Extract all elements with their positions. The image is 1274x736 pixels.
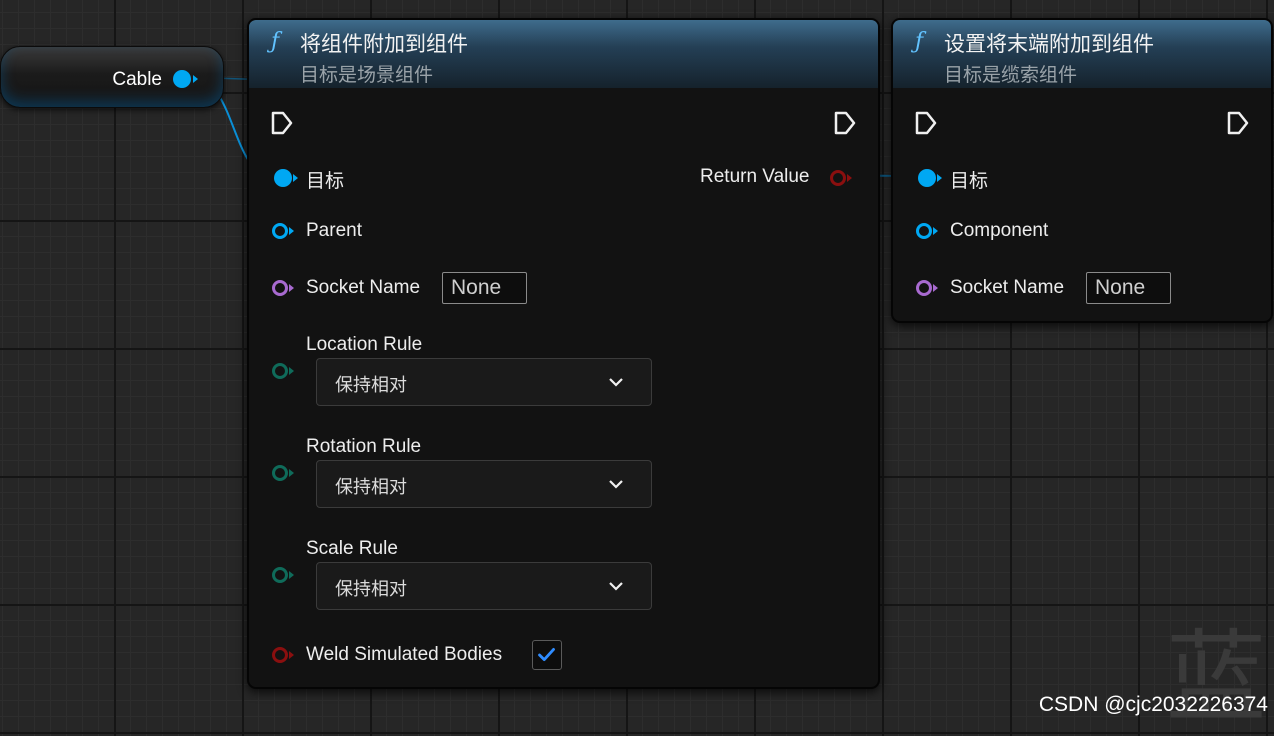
cable-variable-node[interactable]: Cable (0, 46, 224, 108)
set-attach-end-node[interactable]: ƒ 设置将末端附加到组件 目标是缆索组件 目标 Component Socket… (891, 18, 1273, 323)
checkmark-icon (538, 648, 555, 662)
return-value-pin-arrow (847, 174, 852, 182)
socket-name-pin[interactable] (916, 280, 932, 296)
scale-rule-dropdown[interactable]: 保持相对 (316, 562, 652, 610)
location-rule-pin-arrow (289, 367, 294, 375)
rotation-rule-pin[interactable] (272, 465, 288, 481)
location-rule-value: 保持相对 (335, 375, 407, 395)
rotation-rule-value: 保持相对 (335, 477, 407, 497)
weld-pin[interactable] (272, 647, 288, 663)
set-end-node-header[interactable]: ƒ 设置将末端附加到组件 目标是缆索组件 (893, 20, 1271, 88)
component-label: Component (950, 220, 1049, 241)
location-rule-pin[interactable] (272, 363, 288, 379)
set-end-node-subtitle: 目标是缆索组件 (944, 65, 1078, 86)
parent-pin-arrow (289, 227, 294, 235)
cable-variable-label: Cable (112, 69, 162, 90)
weld-pin-arrow (289, 651, 294, 659)
parent-label: Parent (306, 220, 362, 241)
socket-name-label: Socket Name (306, 277, 421, 298)
rotation-rule-label: Rotation Rule (306, 436, 422, 457)
attach-node-title: 将组件附加到组件 (300, 33, 468, 56)
component-pin-arrow (933, 227, 938, 235)
location-rule-dropdown[interactable]: 保持相对 (316, 358, 652, 406)
target-pin-arrow (293, 174, 298, 182)
chevron-down-icon (609, 378, 623, 387)
socket-name-pin[interactable] (272, 280, 288, 296)
attach-component-node[interactable]: ƒ 将组件附加到组件 目标是场景组件 目标 Return Value Paren… (247, 18, 880, 689)
cable-output-pin-arrow (193, 75, 198, 83)
chevron-down-icon (609, 480, 623, 489)
target-pin[interactable] (274, 169, 292, 187)
attach-node-subtitle: 目标是场景组件 (300, 65, 434, 86)
attach-node-header[interactable]: ƒ 将组件附加到组件 目标是场景组件 (249, 20, 878, 88)
target-pin-arrow (937, 174, 942, 182)
set-end-node-title: 设置将末端附加到组件 (944, 33, 1154, 56)
target-pin[interactable] (918, 169, 936, 187)
weld-checkbox[interactable] (532, 640, 562, 670)
socket-name-input[interactable]: None (442, 272, 527, 304)
exec-in-icon[interactable] (271, 111, 293, 135)
exec-out-icon[interactable] (1227, 111, 1249, 135)
chevron-down-icon (609, 582, 623, 591)
target-label: 目标 (950, 171, 989, 192)
location-rule-label: Location Rule (306, 334, 423, 355)
scale-rule-pin[interactable] (272, 567, 288, 583)
weld-label: Weld Simulated Bodies (306, 644, 503, 665)
socket-name-pin-arrow (289, 284, 294, 292)
function-icon: ƒ (915, 29, 924, 54)
return-value-pin[interactable] (830, 170, 846, 186)
target-label: 目标 (306, 171, 345, 192)
socket-name-pin-arrow (933, 284, 938, 292)
function-icon: ƒ (271, 29, 280, 54)
parent-pin[interactable] (272, 223, 288, 239)
return-value-label: Return Value (700, 166, 810, 187)
exec-in-icon[interactable] (915, 111, 937, 135)
component-pin[interactable] (916, 223, 932, 239)
rotation-rule-dropdown[interactable]: 保持相对 (316, 460, 652, 508)
scale-rule-pin-arrow (289, 571, 294, 579)
rotation-rule-pin-arrow (289, 469, 294, 477)
watermark: CSDN @cjc2032226374 (1038, 693, 1268, 716)
scale-rule-label: Scale Rule (306, 538, 398, 559)
scale-rule-value: 保持相对 (335, 579, 407, 599)
exec-out-icon[interactable] (834, 111, 856, 135)
socket-name-label: Socket Name (950, 277, 1065, 298)
cable-output-pin[interactable] (173, 70, 191, 88)
socket-name-input[interactable]: None (1086, 272, 1171, 304)
